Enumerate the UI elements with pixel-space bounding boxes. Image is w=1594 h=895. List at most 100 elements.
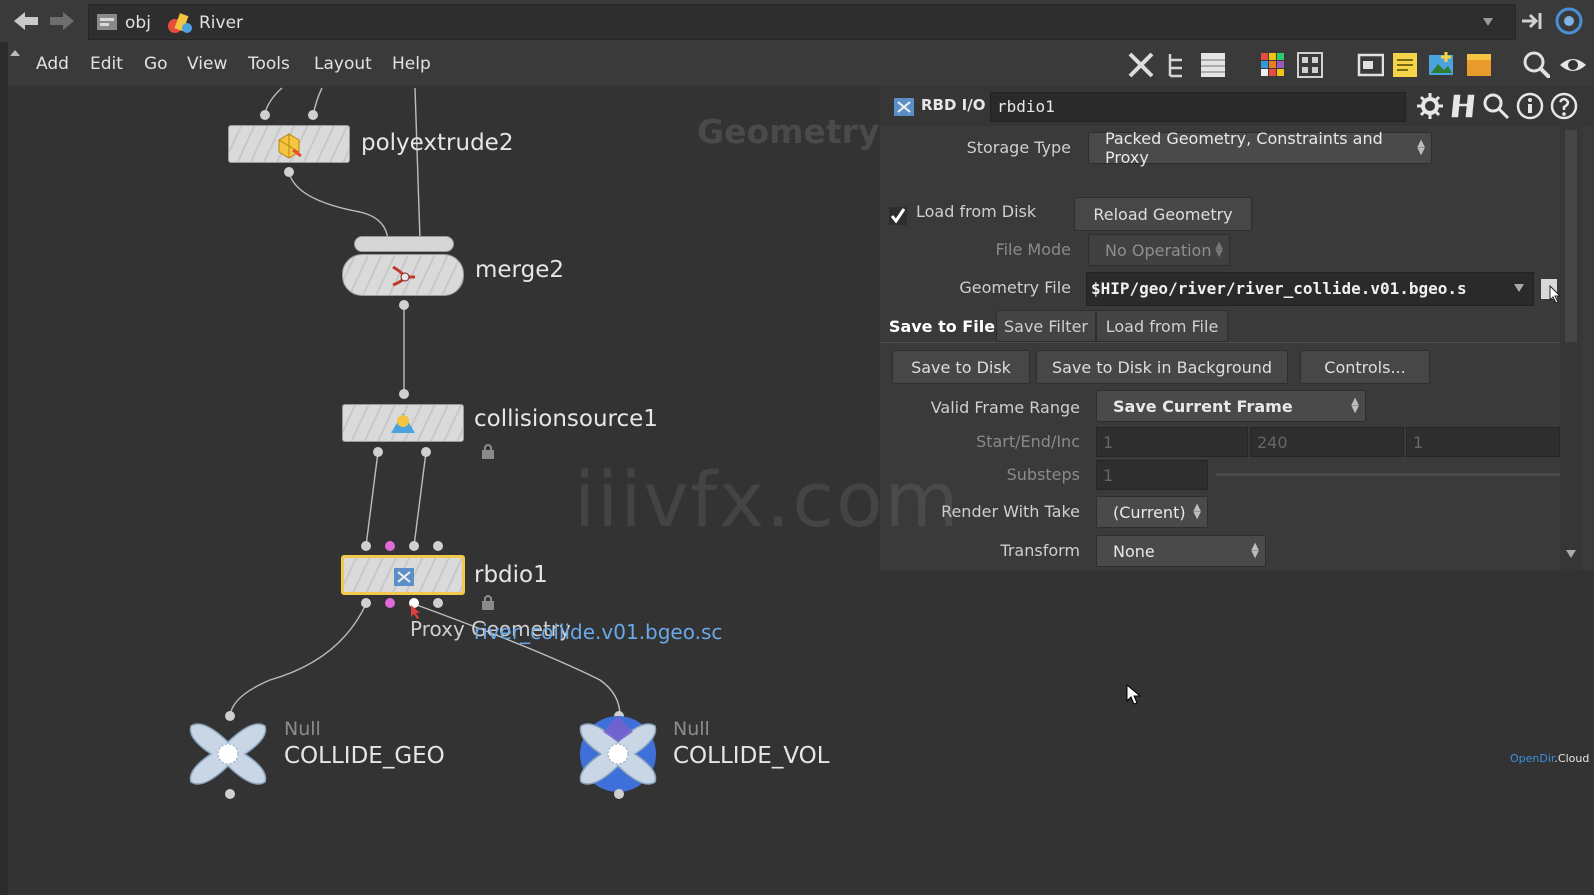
eye-icon[interactable]: [1558, 50, 1586, 78]
geometry-file-label: Geometry File: [959, 278, 1071, 297]
node-type-title: RBD I/O: [921, 96, 986, 114]
search-icon[interactable]: [1522, 50, 1550, 78]
save-to-disk-button[interactable]: Save to Disk: [892, 350, 1030, 384]
menu-arrows-icon: ▲ ▼: [1351, 396, 1359, 415]
start-field[interactable]: 1: [1096, 427, 1248, 457]
output-port[interactable]: [284, 167, 294, 177]
render-with-take-value: (Current): [1113, 502, 1186, 522]
polyextrude-icon: [278, 133, 302, 159]
file-dropdown-icon[interactable]: [1514, 284, 1524, 292]
transform-value: None: [1113, 541, 1155, 561]
node-label: collisionsource1: [474, 406, 658, 432]
gear-icon[interactable]: [1416, 92, 1444, 120]
list-view-icon[interactable]: [1198, 50, 1226, 78]
transform-menu[interactable]: None ▲ ▼: [1096, 535, 1266, 567]
output-port[interactable]: [361, 598, 371, 608]
controls-button[interactable]: Controls...: [1300, 350, 1430, 384]
context-label: Geometry: [697, 112, 880, 151]
substeps-field[interactable]: 1: [1096, 460, 1208, 490]
info-icon[interactable]: [1516, 92, 1544, 120]
file-mode-label: File Mode: [995, 240, 1071, 259]
storage-type-label: Storage Type: [966, 138, 1071, 157]
end-field[interactable]: 240: [1250, 427, 1404, 457]
input-port[interactable]: [409, 541, 419, 551]
scrollbar-thumb[interactable]: [1565, 130, 1577, 342]
inc-field[interactable]: 1: [1406, 427, 1560, 457]
tab-underline: [880, 342, 1560, 343]
save-background-button[interactable]: Save to Disk in Background: [1036, 350, 1288, 384]
help-icon[interactable]: [1550, 92, 1578, 120]
background-image-icon[interactable]: [1426, 50, 1454, 78]
node-collisionsource1[interactable]: [342, 404, 464, 442]
node-label: merge2: [475, 257, 564, 283]
houdini-help-icon[interactable]: [1450, 92, 1478, 120]
geometry-file-field[interactable]: $HIP/geo/river/river_collide.v01.bgeo.s: [1086, 272, 1534, 306]
substeps-slider[interactable]: [1216, 473, 1560, 476]
input-port[interactable]: [260, 110, 270, 120]
node-label: COLLIDE_VOL: [673, 743, 830, 769]
storage-type-menu[interactable]: Packed Geometry, Constraints and Proxy ▲…: [1088, 129, 1432, 167]
geometry-file-value: $HIP/geo/river/river_collide.v01.bgeo.s: [1091, 279, 1467, 298]
menu-arrows-icon: ▲ ▼: [1251, 541, 1259, 560]
null-node-collide-vol[interactable]: [573, 712, 663, 796]
scroll-down-icon[interactable]: [1566, 550, 1576, 558]
input-port[interactable]: [308, 110, 318, 120]
output-port[interactable]: [373, 447, 383, 457]
wrench-tools-icon[interactable]: [1126, 50, 1154, 78]
output-port[interactable]: [399, 300, 409, 310]
input-port[interactable]: [433, 541, 443, 551]
valid-frame-range-label: Valid Frame Range: [930, 398, 1080, 417]
menu-arrows-icon: ▲ ▼: [1215, 240, 1223, 259]
node-name-field[interactable]: rbdio1: [990, 92, 1406, 122]
tab-load-from-file[interactable]: Load from File: [1096, 310, 1228, 342]
output-port-pink[interactable]: [385, 598, 395, 608]
sticky-note-icon[interactable]: [1390, 50, 1418, 78]
render-with-take-menu[interactable]: (Current) ▲ ▼: [1096, 496, 1208, 528]
tab-save-to-file[interactable]: Save to File: [888, 310, 996, 342]
node-polyextrude2[interactable]: [228, 125, 350, 163]
reload-geometry-button[interactable]: Reload Geometry: [1074, 197, 1252, 231]
input-port[interactable]: [399, 389, 409, 399]
file-path-label: river_collide.v01.bgeo.sc: [474, 620, 723, 644]
file-mode-value: No Operation: [1105, 240, 1212, 260]
node-label: COLLIDE_GEO: [284, 743, 445, 769]
watermark-text: iiivfx.com: [574, 455, 961, 544]
grid-layout-icon[interactable]: [1295, 50, 1323, 78]
output-port[interactable]: [421, 447, 431, 457]
branding-logo: OpenDir.Cloud: [1510, 752, 1589, 765]
menu-arrows-icon: ▲ ▼: [1193, 502, 1201, 521]
menu-arrows-icon: ▲ ▼: [1417, 138, 1425, 157]
node-merge2[interactable]: [342, 254, 464, 296]
output-port[interactable]: [614, 789, 624, 799]
valid-frame-range-menu[interactable]: Save Current Frame ▲ ▼: [1096, 390, 1366, 422]
network-link-icon[interactable]: [1554, 7, 1584, 35]
branding-part1: OpenDir: [1510, 752, 1555, 765]
null-node-collide-geo[interactable]: [183, 714, 273, 794]
load-from-disk-label: Load from Disk: [916, 202, 1037, 221]
substeps-label: Substeps: [1006, 465, 1080, 484]
load-from-disk-checkbox[interactable]: [888, 206, 908, 226]
tab-save-filter[interactable]: Save Filter: [996, 310, 1096, 342]
node-name-value: rbdio1: [997, 97, 1055, 116]
grid-color-icon[interactable]: [1258, 50, 1286, 78]
merge-input-bar[interactable]: [354, 236, 454, 252]
tree-view-icon[interactable]: [1164, 50, 1192, 78]
output-port[interactable]: [433, 598, 443, 608]
merge-icon: [392, 265, 415, 287]
parameter-scrollbar[interactable]: [1560, 126, 1582, 570]
pin-icon[interactable]: [1520, 9, 1548, 33]
lock-icon: [482, 595, 494, 610]
collisionsource-icon: [391, 413, 415, 433]
network-box-icon[interactable]: [1356, 50, 1384, 78]
asset-box-icon[interactable]: [1464, 50, 1492, 78]
file-mode-menu[interactable]: No Operation ▲ ▼: [1088, 234, 1230, 266]
input-port-pink[interactable]: [385, 541, 395, 551]
branding-part2: .Cloud: [1554, 752, 1590, 765]
input-port[interactable]: [361, 541, 371, 551]
output-port[interactable]: [225, 789, 235, 799]
param-search-icon[interactable]: [1482, 92, 1510, 120]
parameter-header: RBD I/O rbdio1: [880, 86, 1594, 126]
path-dropdown-icon[interactable]: [1483, 18, 1493, 26]
node-rbdio1-selected[interactable]: [341, 555, 465, 595]
lock-icon: [482, 444, 494, 459]
